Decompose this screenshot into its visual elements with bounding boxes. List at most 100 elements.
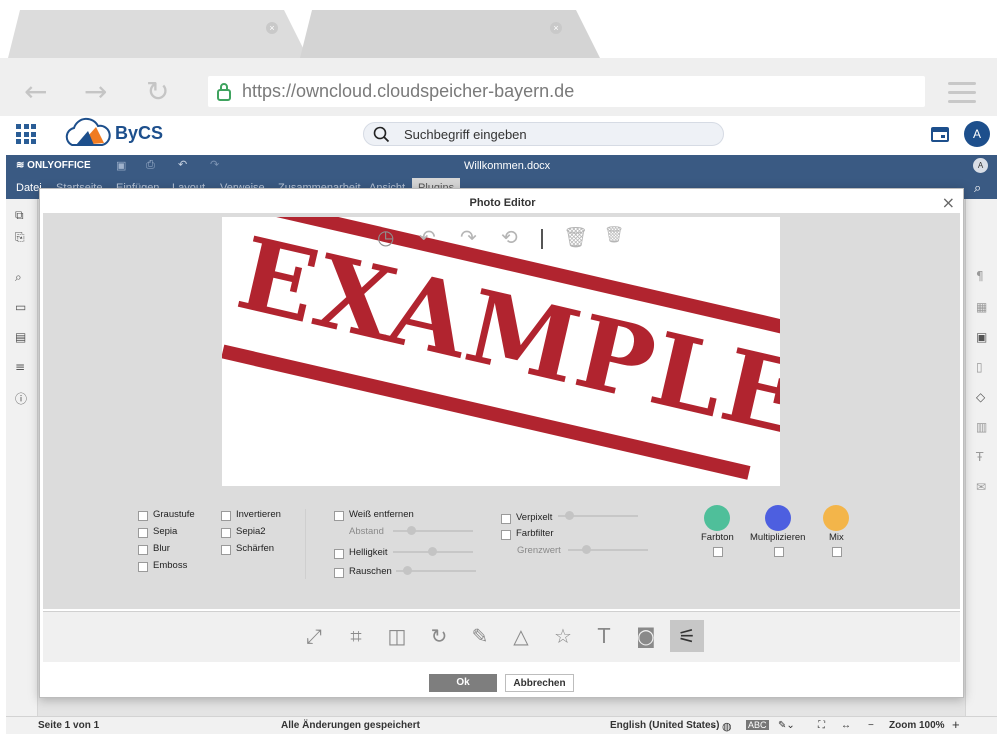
reload-icon[interactable]: ↻ xyxy=(146,78,169,106)
browser-tab[interactable]: × xyxy=(300,10,600,58)
paste-icon[interactable]: ⎘ xyxy=(15,230,25,245)
undo-icon[interactable]: ↶ xyxy=(178,158,187,171)
icon-tool-icon[interactable]: ☆ xyxy=(546,620,580,652)
language-select[interactable]: English (United States) xyxy=(610,720,719,731)
hue-checkbox[interactable] xyxy=(713,547,723,557)
noise-label: Rauschen xyxy=(349,566,392,577)
blur-checkbox[interactable] xyxy=(138,545,148,555)
editor-search-icon[interactable]: ⌕ xyxy=(974,180,981,196)
spellcheck-icon[interactable]: ABC xyxy=(746,720,769,730)
forward-arrow-icon[interactable]: → xyxy=(84,78,107,106)
copy-icon[interactable]: ⧉ xyxy=(15,208,24,223)
status-bar: Seite 1 von 1 Alle Änderungen gespeicher… xyxy=(6,716,997,734)
header-footer-icon[interactable]: ▯ xyxy=(976,360,983,374)
delete-icon[interactable]: 🗑 xyxy=(563,225,588,249)
noise-checkbox[interactable] xyxy=(334,568,344,578)
draw-icon[interactable]: ✎ xyxy=(463,620,497,652)
find-icon[interactable]: ⌕ xyxy=(15,270,22,285)
save-icon[interactable]: ▣ xyxy=(116,159,126,172)
info-icon[interactable]: ⓘ xyxy=(15,390,27,407)
shape-icon[interactable]: ◇ xyxy=(976,390,985,404)
calendar-icon[interactable] xyxy=(931,125,949,142)
paragraph-icon[interactable]: ¶ xyxy=(976,269,984,283)
hue-color-swatch[interactable] xyxy=(704,505,730,531)
remove-white-checkbox[interactable] xyxy=(334,511,344,521)
emboss-checkbox[interactable] xyxy=(138,562,148,572)
globe-icon[interactable]: ◍ xyxy=(722,720,732,733)
distance-slider[interactable] xyxy=(393,530,473,532)
reset-icon[interactable]: ⟲ xyxy=(501,225,518,249)
shape-tool-icon[interactable]: △ xyxy=(504,620,538,652)
mail-merge-icon[interactable]: ✉ xyxy=(976,480,986,494)
sharpen-checkbox[interactable] xyxy=(221,545,231,555)
rotate-icon[interactable]: ↻ xyxy=(422,620,456,652)
pixelate-checkbox[interactable] xyxy=(501,514,511,524)
sepia-checkbox[interactable] xyxy=(138,528,148,538)
url-text: https://owncloud.cloudspeicher-bayern.de xyxy=(242,81,575,101)
hue-label: Farbton xyxy=(701,532,734,543)
window-minimize-dot[interactable] xyxy=(866,18,890,42)
flip-icon[interactable]: ◫ xyxy=(380,620,414,652)
search-input[interactable]: Suchbegriff eingeben xyxy=(363,122,724,146)
zoom-out-icon[interactable]: − xyxy=(868,720,874,731)
grayscale-checkbox[interactable] xyxy=(138,511,148,521)
zoom-in-icon[interactable]: + xyxy=(952,717,960,732)
window-close-dot[interactable] xyxy=(950,18,974,42)
user-avatar[interactable]: A xyxy=(964,121,990,147)
cancel-button[interactable]: Abbrechen xyxy=(505,674,574,692)
fit-width-icon[interactable]: ↔ xyxy=(841,720,851,731)
page-indicator[interactable]: Seite 1 von 1 xyxy=(38,720,99,731)
browser-menu-icon[interactable] xyxy=(948,82,976,103)
menu-file[interactable]: Datei xyxy=(16,182,42,194)
fit-page-icon[interactable]: ⛶ xyxy=(818,720,825,731)
resize-icon[interactable]: ⤢ xyxy=(297,620,331,652)
comment-icon[interactable]: ▭ xyxy=(15,300,26,314)
stamp-image: EXAMPLE xyxy=(222,217,780,486)
app-grid-icon[interactable] xyxy=(16,124,36,144)
brightness-checkbox[interactable] xyxy=(334,549,344,559)
remove-white-label: Weiß entfernen xyxy=(349,509,414,520)
redo-icon[interactable]: ↷ xyxy=(460,225,477,249)
threshold-slider-handle[interactable] xyxy=(582,545,591,554)
mask-tool-icon[interactable]: ◙ xyxy=(629,620,663,652)
noise-slider-handle[interactable] xyxy=(403,566,412,575)
undo-icon[interactable]: ↶ xyxy=(419,225,436,249)
text-art-icon[interactable]: Ŧ xyxy=(976,450,983,464)
table-icon[interactable]: ▦ xyxy=(976,300,987,314)
delete-all-icon[interactable]: 🗑 xyxy=(604,225,624,244)
color-filter-checkbox[interactable] xyxy=(501,530,511,540)
invert-checkbox[interactable] xyxy=(221,511,231,521)
browser-tab[interactable]: × xyxy=(8,10,308,58)
navigation-icon[interactable]: ≡ xyxy=(15,360,25,374)
close-icon[interactable]: × xyxy=(942,193,955,212)
tab-close-icon[interactable]: × xyxy=(550,22,562,34)
window-maximize-dot[interactable] xyxy=(908,18,932,42)
track-changes-icon[interactable]: ✎⌄ xyxy=(778,720,795,731)
address-bar[interactable]: https://owncloud.cloudspeicher-bayern.de xyxy=(208,76,925,107)
brightness-slider-handle[interactable] xyxy=(428,547,437,556)
distance-slider-handle[interactable] xyxy=(407,526,416,535)
threshold-slider[interactable] xyxy=(568,549,648,551)
pixelate-slider-handle[interactable] xyxy=(565,511,574,520)
ok-button[interactable]: Ok xyxy=(429,674,497,692)
editor-user-avatar[interactable]: A xyxy=(973,158,988,173)
back-arrow-icon[interactable]: ← xyxy=(24,78,47,106)
image-icon[interactable]: ▣ xyxy=(976,330,987,344)
image-canvas[interactable]: EXAMPLE xyxy=(222,217,780,486)
language-chevron-icon[interactable]: ⌄ xyxy=(709,720,717,731)
mix-color-swatch[interactable] xyxy=(823,505,849,531)
multiply-checkbox[interactable] xyxy=(774,547,784,557)
mix-checkbox[interactable] xyxy=(832,547,842,557)
mix-label: Mix xyxy=(829,532,844,543)
text-tool-icon[interactable]: T xyxy=(587,620,621,652)
chart-icon[interactable]: ▥ xyxy=(976,420,987,434)
filter-tool-icon[interactable]: ⚟ xyxy=(670,620,704,652)
redo-icon[interactable]: ↷ xyxy=(210,158,219,171)
history-icon[interactable]: ◷ xyxy=(377,225,394,249)
chat-icon[interactable]: ▤ xyxy=(15,330,26,344)
multiply-color-swatch[interactable] xyxy=(765,505,791,531)
crop-icon[interactable]: ⌗ xyxy=(339,620,373,652)
tab-close-icon[interactable]: × xyxy=(266,22,278,34)
print-icon[interactable]: ⎙ xyxy=(146,159,155,172)
sepia2-checkbox[interactable] xyxy=(221,528,231,538)
